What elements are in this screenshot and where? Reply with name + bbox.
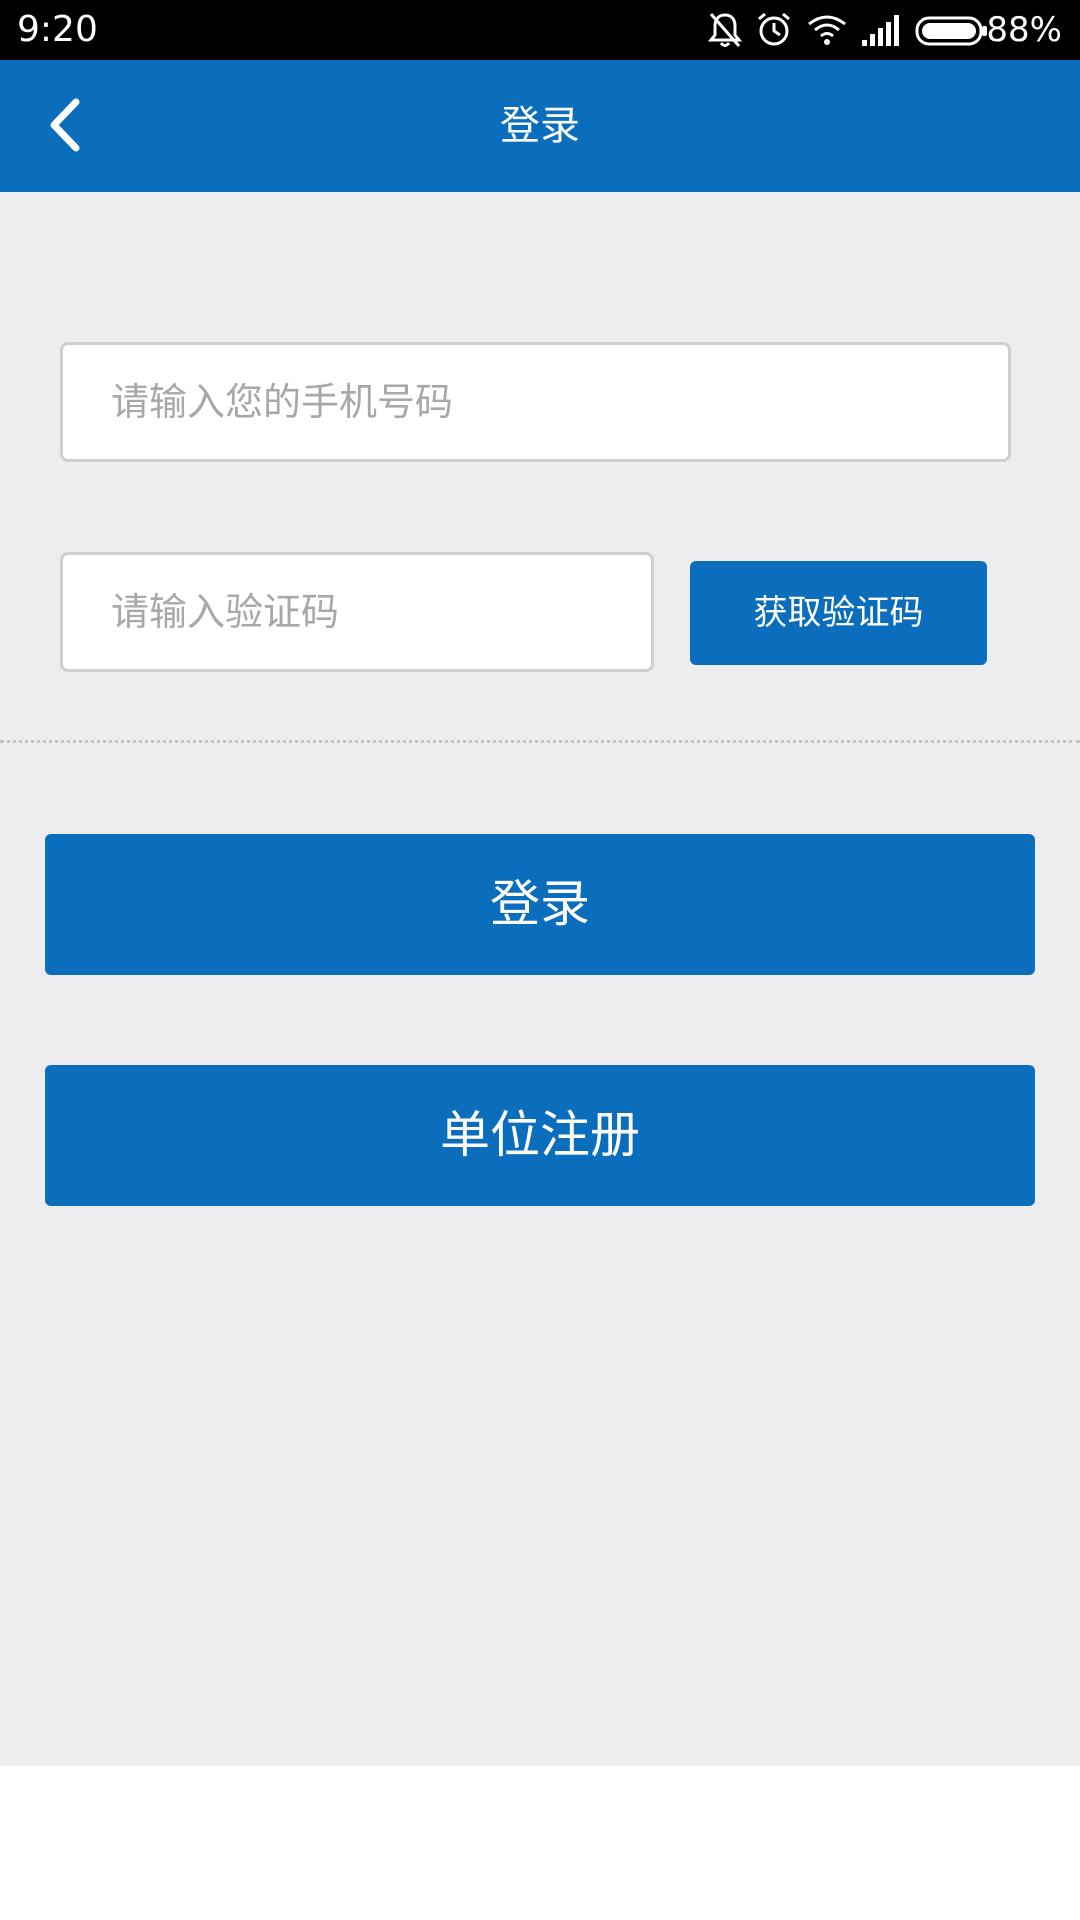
register-button[interactable]: 单位注册 [45,1065,1035,1206]
battery-icon [915,16,987,46]
bell-off-icon [707,13,743,47]
battery-percent: 88% [986,10,1062,50]
phone-field [60,342,1011,462]
login-button[interactable]: 登录 [45,834,1035,975]
status-time: 9:20 [17,9,98,50]
signal-icon [862,15,899,46]
wifi-icon [808,15,846,45]
verification-code-input[interactable] [63,555,651,669]
login-form-area: 获取验证码 登录 单位注册 [0,192,1080,1766]
verification-code-field [60,552,654,672]
title-bar: 登录 [0,60,1080,192]
get-code-button[interactable]: 获取验证码 [690,561,987,665]
status-bar: 9:20 88% [0,0,1080,60]
back-button[interactable] [40,90,100,160]
bottom-blank-area [0,1766,1080,1920]
dotted-divider [0,740,1080,743]
chevron-left-icon [50,98,80,152]
alarm-icon [758,12,790,46]
phone-input[interactable] [63,345,1008,459]
login-screen: 9:20 88% 登录 请输入您的手机号码 请输入验证码 获取验证码 登录 单位… [0,0,1080,1920]
page-title: 登录 [500,103,580,149]
